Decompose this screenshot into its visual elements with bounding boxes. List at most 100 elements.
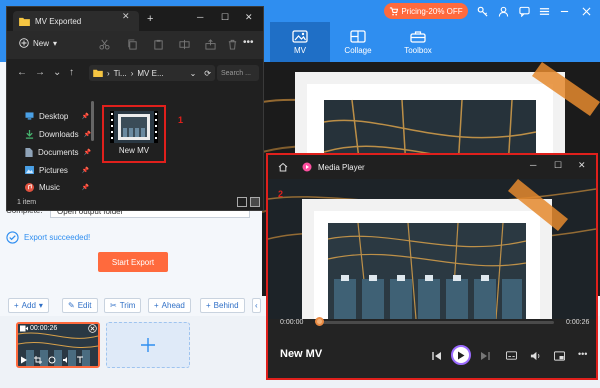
edit-button[interactable]: ✎ Edit [62,298,98,313]
ahead-button[interactable]: + Ahead [148,298,191,313]
desktop-icon [25,112,34,120]
chevron-down-icon[interactable]: ⌄ [190,69,197,78]
scissors-icon: ✂ [110,301,117,310]
search-input[interactable]: Search ... [217,65,259,81]
file-name: New MV [118,146,150,155]
trim-button[interactable]: ✂ Trim [104,298,142,313]
chevron-left-icon: ‹ [255,301,258,310]
document-icon [25,147,33,157]
address-bar[interactable]: › Ti... › MV E... ⌄ ⟳ [89,65,215,81]
video-frame[interactable] [268,179,596,319]
tab-mv[interactable]: MV [270,22,330,62]
audio-icon[interactable] [62,356,70,364]
play-button[interactable] [451,345,471,365]
behind-button-label: Behind [213,301,239,310]
new-button[interactable]: New ▾ [19,38,57,48]
check-circle-icon [6,231,19,244]
close-icon[interactable] [578,3,594,19]
nav-item-music[interactable]: Music 📌 [25,180,89,194]
chat-icon[interactable] [516,3,532,19]
paste-icon[interactable] [153,39,165,51]
folder-icon [19,17,30,26]
text-icon[interactable] [76,356,84,364]
share-icon[interactable] [205,39,217,51]
tab-collage[interactable]: Collage [330,22,386,62]
next-icon[interactable] [480,351,490,361]
copy-icon[interactable] [127,39,139,51]
nav-scrollbar[interactable] [91,101,94,141]
more-options-icon[interactable]: ••• [243,37,254,48]
scroll-left-button[interactable]: ‹ [252,298,261,313]
edit-button-label: Edit [77,301,92,310]
file-item-new-mv[interactable]: New MV [102,105,166,163]
breadcrumb-item[interactable]: Ti... [114,69,127,78]
more-options-icon[interactable]: ••• [578,349,587,359]
nav-item-label: Music [39,182,60,192]
navigation-pane [7,87,93,195]
minimize-icon[interactable]: ─ [197,12,203,22]
minimize-icon[interactable]: ─ [530,160,536,170]
folder-icon [93,69,103,77]
tab-toolbox[interactable]: Toolbox [390,22,446,62]
annotation-1: 1 [178,115,184,125]
behind-button[interactable]: + Behind [200,298,245,313]
explorer-tab[interactable]: MV Exported [13,11,139,31]
media-player-window: Media Player ─ ☐ ✕ 2 0:00:00 0:00:26 New… [266,153,598,380]
add-button[interactable]: + Add ▾ [8,298,49,313]
recent-locations-icon[interactable]: ⌄ [53,67,61,78]
pin-icon: 📌 [81,184,89,191]
close-icon[interactable]: ✕ [245,12,253,23]
plus-icon: + [154,301,159,310]
subtitles-icon[interactable] [506,351,517,360]
seek-handle[interactable] [315,317,324,326]
tab-toolbox-label: Toolbox [404,45,432,55]
home-icon[interactable] [278,162,288,172]
start-export-button[interactable]: Start Export [98,252,168,272]
close-icon[interactable]: ✕ [578,160,586,171]
nav-item-pictures[interactable]: Pictures 📌 [25,163,89,177]
previous-icon[interactable] [432,351,442,361]
tab-close-icon[interactable]: ✕ [122,11,130,22]
menu-icon[interactable] [536,3,552,19]
details-view-icon[interactable] [237,197,247,207]
pin-icon: 📌 [81,167,89,174]
nav-item-label: Downloads [39,129,79,139]
rename-icon[interactable] [179,39,191,51]
seek-bar[interactable] [320,321,554,324]
maximize-icon[interactable]: ☐ [221,12,229,23]
back-icon[interactable]: ← [17,67,27,78]
nav-item-desktop[interactable]: Desktop 📌 [25,109,89,123]
add-clip-button[interactable] [106,322,190,368]
pricing-button[interactable]: Pricing-20% OFF [384,3,468,19]
user-icon[interactable] [495,3,511,19]
download-icon [25,129,34,139]
effect-icon[interactable] [48,356,56,364]
explorer-tab-title: MV Exported [35,16,82,26]
cut-icon[interactable] [99,39,111,51]
forward-icon[interactable]: → [35,67,45,78]
chevron-down-icon: ▾ [53,38,58,48]
new-tab-icon[interactable]: + [147,13,153,25]
minimize-icon[interactable] [556,3,572,19]
breadcrumb-separator: › [107,68,110,78]
video-title: New MV [280,348,323,360]
chevron-down-icon: ▾ [38,301,43,310]
crop-icon[interactable] [34,356,42,364]
ahead-button-label: Ahead [161,301,185,310]
maximize-icon[interactable]: ☐ [554,160,562,171]
refresh-icon[interactable]: ⟳ [204,69,211,78]
nav-item-documents[interactable]: Documents 📌 [25,145,91,159]
up-icon[interactable]: ↑ [69,67,74,78]
nav-item-label: Pictures [39,165,68,175]
key-icon[interactable] [474,3,490,19]
collage-icon [350,29,366,43]
nav-item-downloads[interactable]: Downloads 📌 [25,127,91,141]
volume-icon[interactable] [530,351,541,361]
play-icon[interactable] [20,356,28,364]
miniplayer-icon[interactable] [554,351,565,361]
delete-icon[interactable] [227,39,239,51]
clip-remove-icon[interactable] [88,324,97,333]
breadcrumb-item[interactable]: MV E... [137,69,163,78]
pricing-label: Pricing-20% OFF [401,6,463,16]
tiles-view-icon[interactable] [250,197,260,207]
